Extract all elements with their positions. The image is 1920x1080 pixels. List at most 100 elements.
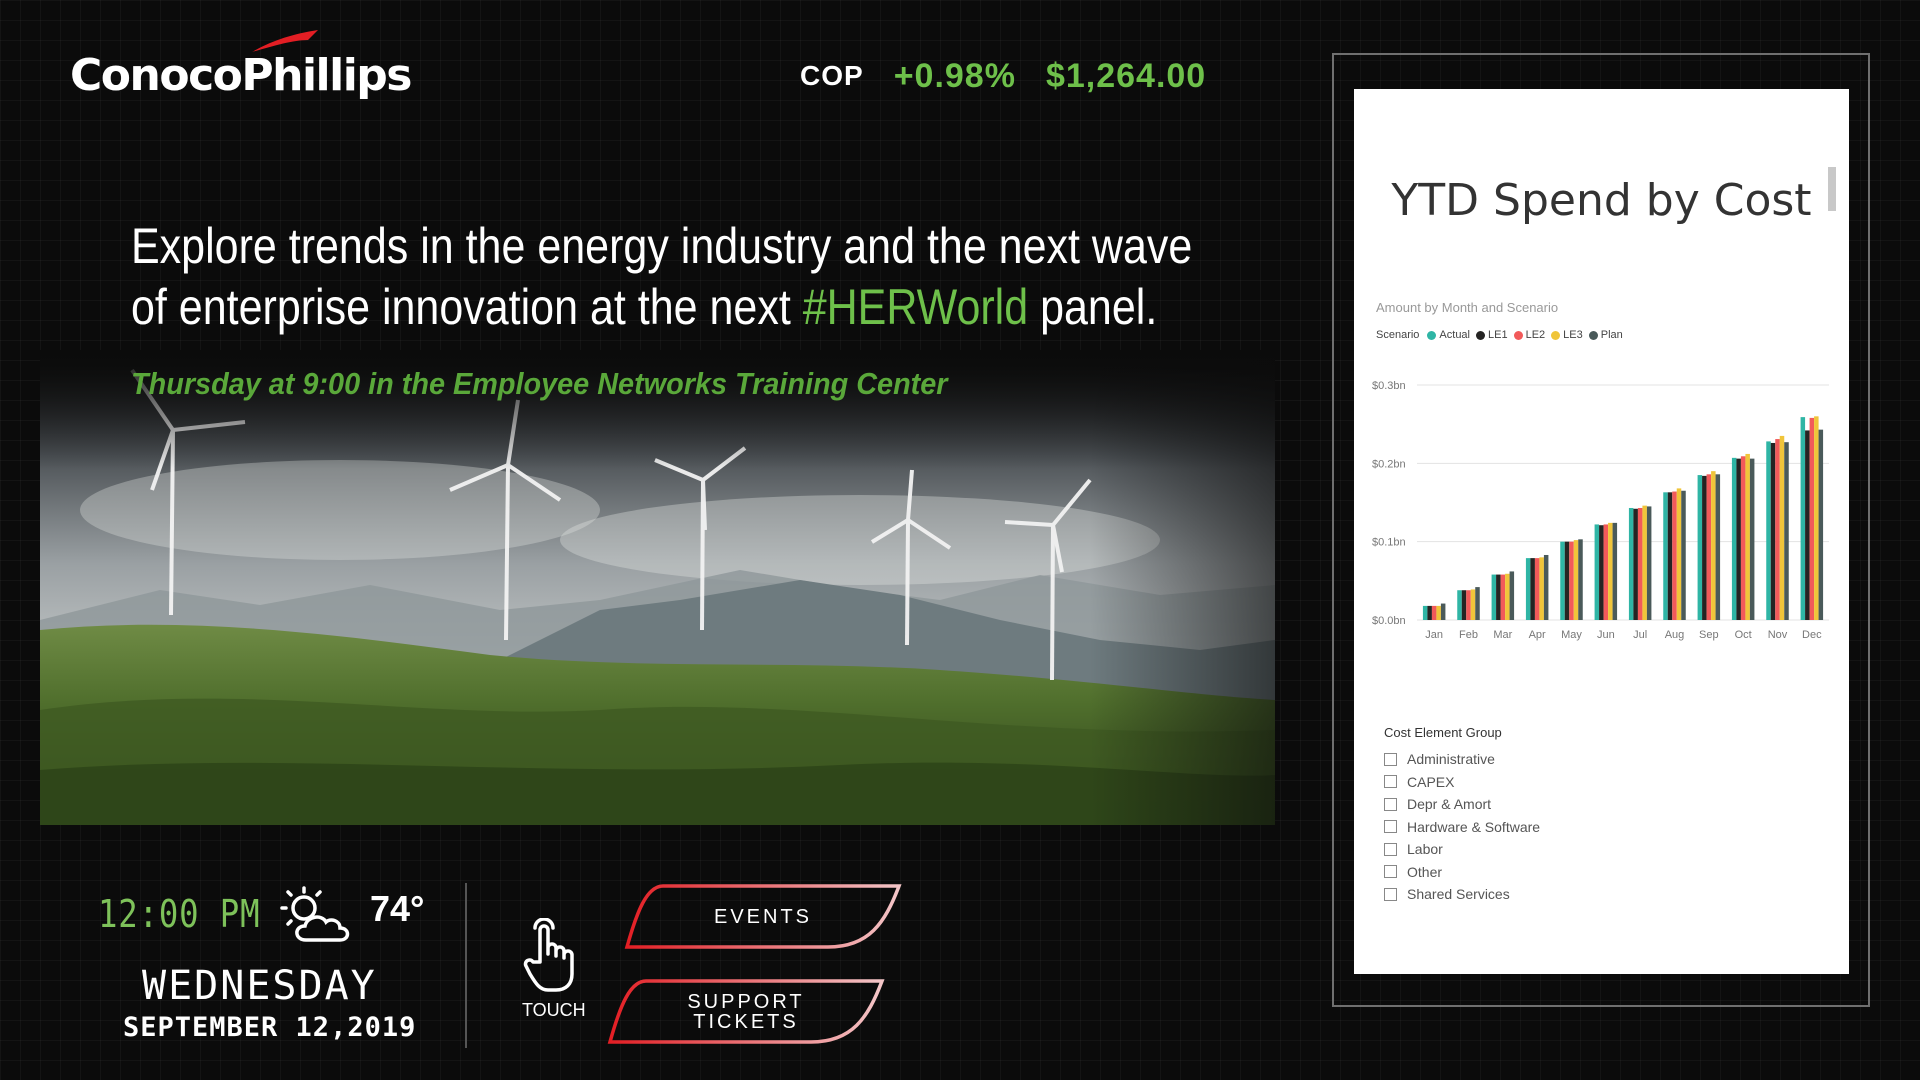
bar-le2-aug[interactable] (1672, 491, 1677, 620)
bar-actual-apr[interactable] (1525, 558, 1531, 620)
bar-le2-may[interactable] (1569, 541, 1574, 620)
filter-option-label: Shared Services (1407, 886, 1510, 903)
bar-plan-may[interactable] (1578, 539, 1583, 620)
bar-le3-jul[interactable] (1642, 505, 1647, 620)
company-logo: ConocoPhillips (70, 28, 412, 108)
support-tickets-button[interactable]: SUPPORT TICKETS (606, 978, 886, 1046)
bar-le1-aug[interactable] (1667, 492, 1673, 620)
bar-le1-feb[interactable] (1461, 590, 1467, 620)
bar-plan-sep[interactable] (1715, 474, 1721, 620)
bar-le1-jul[interactable] (1633, 508, 1638, 620)
filter-option[interactable]: Labor (1384, 838, 1540, 861)
bar-le3-nov[interactable] (1779, 435, 1785, 620)
checkbox[interactable] (1384, 775, 1397, 789)
legend-dot-icon (1476, 330, 1485, 340)
legend-dot-icon (1551, 330, 1561, 340)
y-tick-label: $0.3bn (1372, 380, 1406, 392)
bar-plan-jun[interactable] (1612, 522, 1618, 620)
bar-le3-feb[interactable] (1470, 589, 1476, 620)
bar-le1-mar[interactable] (1496, 574, 1501, 620)
checkbox[interactable] (1384, 865, 1397, 879)
bar-le2-sep[interactable] (1706, 474, 1712, 620)
x-tick-label: Jan (1425, 629, 1443, 641)
filter-option[interactable]: Shared Services (1384, 883, 1540, 906)
bar-le2-feb[interactable] (1466, 590, 1471, 620)
checkbox[interactable] (1384, 752, 1397, 766)
ticker-change: +0.98% (893, 56, 1016, 95)
bar-le1-apr[interactable] (1530, 558, 1535, 620)
bar-plan-oct[interactable] (1749, 458, 1755, 620)
bar-plan-apr[interactable] (1543, 554, 1549, 620)
filter-option[interactable]: CAPEX (1384, 771, 1540, 794)
bar-le2-oct[interactable] (1740, 456, 1746, 620)
bar-le1-jun[interactable] (1599, 525, 1604, 620)
legend-item-actual[interactable]: Actual (1427, 329, 1470, 341)
bar-le3-sep[interactable] (1711, 471, 1716, 620)
legend-item-le1[interactable]: LE1 (1476, 329, 1508, 341)
hashtag-link[interactable]: #HERWorld (803, 279, 1028, 335)
bar-actual-nov[interactable] (1766, 441, 1771, 620)
filter-option[interactable]: Depr & Amort (1384, 793, 1540, 816)
bar-le1-sep[interactable] (1702, 475, 1707, 620)
bar-le3-aug[interactable] (1676, 488, 1682, 620)
bar-le1-nov[interactable] (1770, 442, 1776, 620)
bar-actual-dec[interactable] (1800, 417, 1806, 620)
bar-actual-sep[interactable] (1697, 475, 1703, 620)
bar-le3-apr[interactable] (1539, 557, 1544, 620)
bar-actual-jul[interactable] (1628, 507, 1634, 620)
bar-actual-may[interactable] (1560, 541, 1565, 620)
legend-item-le3[interactable]: LE3 (1551, 329, 1583, 341)
bar-actual-jan[interactable] (1422, 605, 1428, 620)
chart-subtitle: Amount by Month and Scenario (1376, 300, 1559, 315)
checkbox[interactable] (1384, 797, 1397, 811)
legend-title: Scenario (1376, 329, 1420, 341)
headline-line-1: Explore trends in the energy industry an… (131, 218, 1193, 274)
bar-le2-jul[interactable] (1637, 507, 1643, 620)
bar-actual-aug[interactable] (1663, 492, 1668, 620)
bar-le2-jan[interactable] (1431, 605, 1437, 620)
bar-le2-jun[interactable] (1603, 524, 1609, 620)
bar-le2-nov[interactable] (1775, 439, 1780, 620)
bar-le3-jun[interactable] (1608, 522, 1613, 620)
legend-item-plan[interactable]: Plan (1588, 329, 1623, 341)
x-tick-label: Jun (1597, 629, 1615, 641)
bar-plan-jul[interactable] (1646, 506, 1652, 620)
bar-le2-mar[interactable] (1500, 574, 1506, 620)
x-tick-label: Mar (1493, 629, 1512, 641)
bar-le3-dec[interactable] (1814, 416, 1819, 620)
checkbox[interactable] (1384, 842, 1397, 856)
filter-option[interactable]: Administrative (1384, 748, 1540, 771)
bar-actual-mar[interactable] (1491, 574, 1497, 620)
bar-le2-apr[interactable] (1534, 558, 1540, 620)
bar-le3-oct[interactable] (1745, 453, 1750, 620)
bar-le1-dec[interactable] (1805, 430, 1810, 620)
dashboard-panel: YTD Spend by Cost Amount by Month and Sc… (1354, 89, 1849, 974)
bar-plan-jan[interactable] (1440, 603, 1446, 620)
bar-le1-may[interactable] (1564, 541, 1570, 620)
checkbox[interactable] (1384, 887, 1397, 901)
bar-actual-feb[interactable] (1457, 590, 1462, 620)
events-button[interactable]: EVENTS (623, 883, 903, 951)
bar-plan-feb[interactable] (1475, 587, 1480, 620)
bar-actual-oct[interactable] (1731, 457, 1737, 620)
bar-actual-jun[interactable] (1594, 524, 1600, 620)
x-tick-label: Nov (1768, 629, 1788, 641)
bar-plan-dec[interactable] (1818, 429, 1824, 620)
legend-item-le2[interactable]: LE2 (1513, 329, 1545, 341)
weekday: WEDNESDAY (142, 963, 377, 1009)
bar-le1-oct[interactable] (1736, 458, 1741, 620)
bar-le3-jan[interactable] (1436, 605, 1441, 620)
bar-plan-mar[interactable] (1509, 571, 1515, 620)
bar-plan-aug[interactable] (1681, 490, 1686, 620)
filter-option[interactable]: Hardware & Software (1384, 816, 1540, 839)
x-tick-label: Jul (1633, 629, 1647, 641)
cost-element-filter: Administrative CAPEX Depr & Amort Hardware … (1384, 748, 1540, 906)
bar-le1-jan[interactable] (1427, 605, 1432, 620)
x-tick-label: Dec (1802, 629, 1822, 641)
filter-option[interactable]: Other (1384, 861, 1540, 884)
checkbox[interactable] (1384, 820, 1397, 834)
bar-le3-mar[interactable] (1505, 573, 1510, 620)
bar-le3-may[interactable] (1573, 540, 1579, 620)
bar-le2-dec[interactable] (1809, 417, 1815, 620)
bar-plan-nov[interactable] (1784, 442, 1789, 620)
